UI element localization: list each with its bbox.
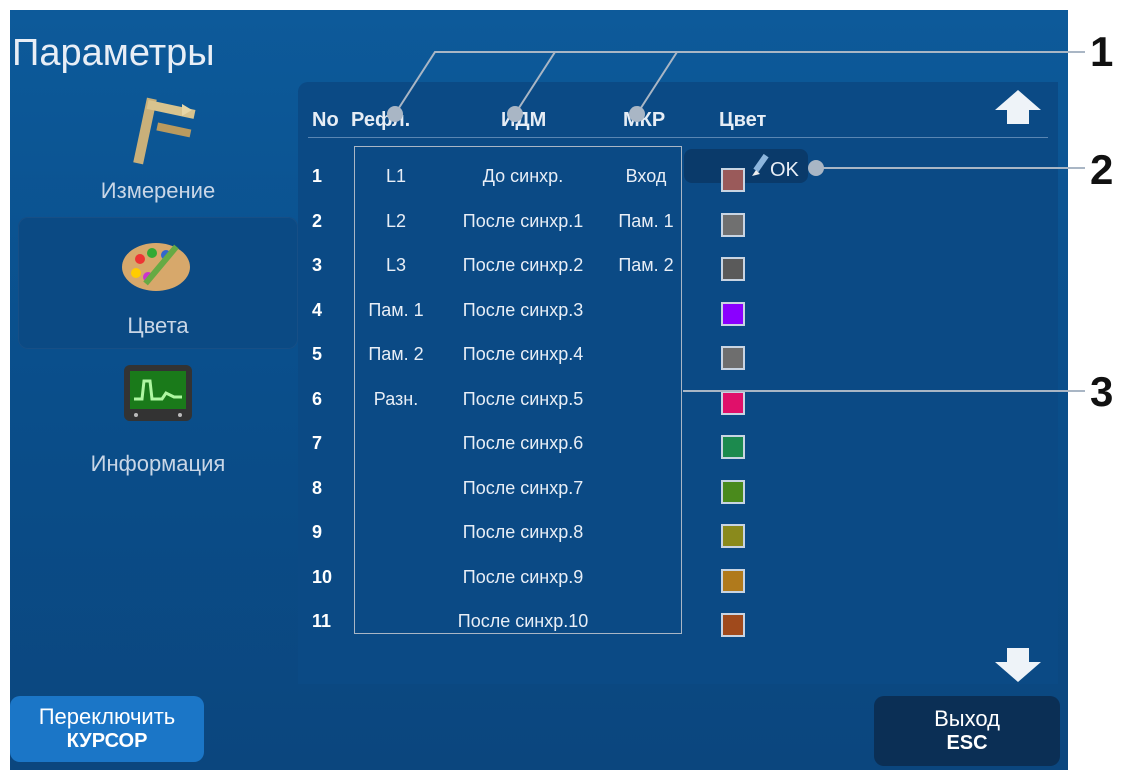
cell-refl[interactable]: Пам. 1 xyxy=(354,300,438,321)
color-swatch[interactable] xyxy=(721,613,745,637)
page-title: Параметры xyxy=(12,32,215,74)
sidebar-item-label: Цвета xyxy=(127,313,189,338)
table-row[interactable]: 8 После синхр.7 xyxy=(298,478,1058,508)
switch-cursor-button[interactable]: Переключить КУРСОР xyxy=(10,696,204,762)
table-row[interactable]: 2 L2 После синхр.1 Пам. 1 xyxy=(298,211,1058,241)
header-no: No xyxy=(312,109,339,131)
ok-label: OK xyxy=(770,159,799,181)
row-number: 10 xyxy=(312,567,333,587)
switch-cursor-line1: Переключить xyxy=(38,704,176,729)
cell-refl[interactable]: L1 xyxy=(354,166,438,187)
row-number: 6 xyxy=(312,389,323,409)
row-number: 3 xyxy=(312,255,323,275)
table-row[interactable]: 10 После синхр.9 xyxy=(298,567,1058,597)
table-row[interactable]: 7 После синхр.6 xyxy=(298,433,1058,463)
table-row[interactable]: 6 Разн. После синхр.5 xyxy=(298,389,1058,419)
table-row[interactable]: 4 Пам. 1 После синхр.3 xyxy=(298,300,1058,330)
table-row[interactable]: 5 Пам. 2 После синхр.4 xyxy=(298,344,1058,374)
palette-icon xyxy=(118,233,198,304)
row-number: 2 xyxy=(312,211,323,231)
color-swatch[interactable] xyxy=(721,435,745,459)
cell-idm[interactable]: После синхр.4 xyxy=(438,344,608,365)
oscilloscope-icon xyxy=(122,363,194,430)
cell-idm[interactable]: После синхр.8 xyxy=(438,522,608,543)
row-number: 7 xyxy=(312,433,323,453)
color-swatch[interactable] xyxy=(721,480,745,504)
cell-idm[interactable]: После синхр.1 xyxy=(438,211,608,232)
cell-mkr[interactable]: Вход xyxy=(606,166,686,187)
table-row[interactable]: 11 После синхр.10 xyxy=(298,611,1058,641)
arrow-down-icon[interactable] xyxy=(995,648,1041,687)
colors-table-panel: No Рефл. ИДМ МКР Цвет 1 L1 До синхр. Вход 2 L… xyxy=(298,82,1058,684)
row-number: 5 xyxy=(312,344,323,364)
cell-mkr[interactable]: Пам. 2 xyxy=(606,255,686,276)
cell-refl[interactable]: L3 xyxy=(354,255,438,276)
app-screen: Параметры Измерение Цвета Информация No … xyxy=(10,10,1068,770)
callout-1: 1 xyxy=(1090,28,1114,75)
row-number: 1 xyxy=(312,166,323,186)
callout-2: 2 xyxy=(1090,146,1114,193)
color-swatch[interactable] xyxy=(721,524,745,548)
header-color: Цвет xyxy=(719,109,767,131)
pencil-icon xyxy=(750,153,770,183)
cell-refl[interactable]: L2 xyxy=(354,211,438,232)
row-number: 9 xyxy=(312,522,323,542)
color-swatch[interactable] xyxy=(721,213,745,237)
table-row[interactable]: 3 L3 После синхр.2 Пам. 2 xyxy=(298,255,1058,285)
row-number: 11 xyxy=(312,611,332,631)
switch-cursor-line2: КУРСОР xyxy=(66,730,148,752)
sidebar-item-information[interactable]: Информация xyxy=(18,355,298,476)
cell-idm[interactable]: После синхр.6 xyxy=(438,433,608,454)
color-swatch[interactable] xyxy=(721,346,745,370)
callout-3: 3 xyxy=(1090,368,1114,415)
cell-mkr[interactable]: Пам. 1 xyxy=(606,211,686,232)
exit-button[interactable]: Выход ESC xyxy=(874,696,1060,766)
cell-idm[interactable]: После синхр.3 xyxy=(438,300,608,321)
header-mkr: МКР xyxy=(623,109,666,131)
exit-line1: Выход xyxy=(934,706,1000,731)
sidebar-item-label: Измерение xyxy=(100,178,216,203)
arrow-up-icon[interactable] xyxy=(995,90,1041,129)
header-divider xyxy=(308,137,1048,138)
exit-line2: ESC xyxy=(946,732,988,754)
cell-idm[interactable]: После синхр.9 xyxy=(438,567,608,588)
header-refl: Рефл. xyxy=(351,109,411,131)
table-row[interactable]: 9 После синхр.8 xyxy=(298,522,1058,552)
cell-idm[interactable]: После синхр.10 xyxy=(438,611,608,632)
color-swatch[interactable] xyxy=(721,257,745,281)
cell-idm[interactable]: До синхр. xyxy=(438,166,608,187)
sidebar-item-label: Информация xyxy=(90,451,226,476)
header-idm: ИДМ xyxy=(501,109,547,131)
sidebar-item-measurement[interactable]: Измерение xyxy=(18,90,298,208)
row-number: 8 xyxy=(312,478,323,498)
color-swatch[interactable] xyxy=(721,302,745,326)
sidebar-item-colors[interactable]: Цвета xyxy=(18,217,298,349)
cell-refl[interactable]: Пам. 2 xyxy=(354,344,438,365)
table-row[interactable]: 1 L1 До синхр. Вход xyxy=(298,166,1058,196)
color-swatch[interactable] xyxy=(721,391,745,415)
caliper-icon xyxy=(120,94,200,173)
cell-idm[interactable]: После синхр.5 xyxy=(438,389,608,410)
color-swatch[interactable] xyxy=(721,569,745,593)
color-swatch[interactable] xyxy=(721,168,745,192)
cell-refl[interactable]: Разн. xyxy=(354,389,438,410)
cell-idm[interactable]: После синхр.2 xyxy=(438,255,608,276)
cell-idm[interactable]: После синхр.7 xyxy=(438,478,608,499)
row-number: 4 xyxy=(312,300,323,320)
